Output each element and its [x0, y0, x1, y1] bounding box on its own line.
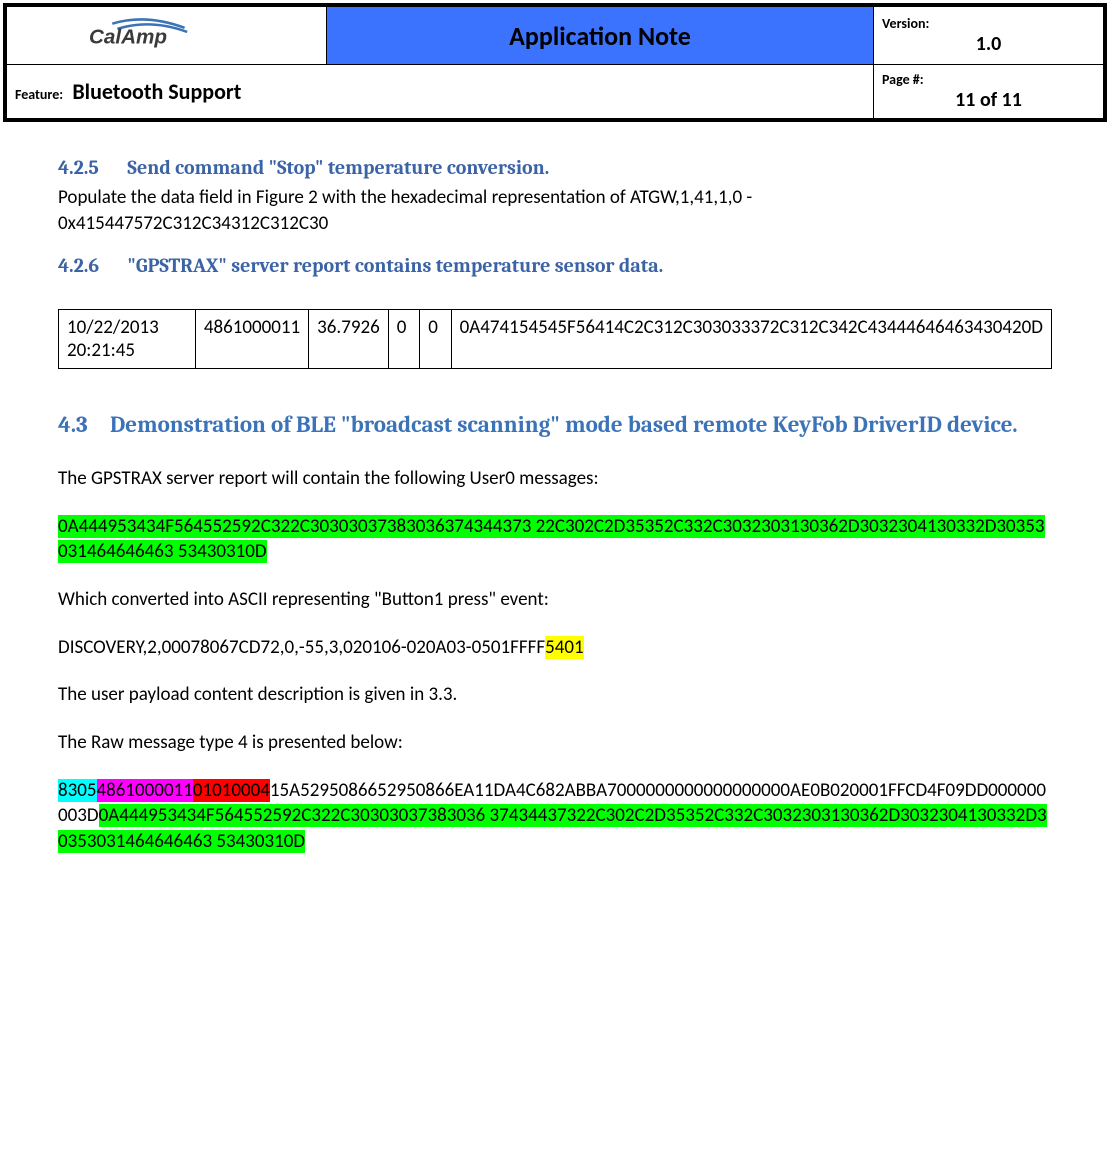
section-4-2-5-heading: 4.2.5 Send command "Stop" temperature co… — [58, 156, 1052, 179]
discovery-line: DISCOVERY,2,00078067CD72,0,-55,3,020106-… — [58, 635, 1052, 661]
section-4-2-6-heading: 4.2.6 "GPSTRAX" server report contains t… — [58, 254, 1052, 277]
para-raw4-intro: The Raw message type 4 is presented belo… — [58, 730, 1052, 756]
cell-timestamp: 10/22/2013 20:21:45 — [59, 310, 196, 369]
gpstrax-table: 10/22/2013 20:21:45 4861000011 36.7926 0… — [58, 309, 1052, 369]
feature-label: Feature: — [15, 86, 63, 103]
para-payload-ref: The user payload content description is … — [58, 682, 1052, 708]
page-cell: Page #: 11 of 11 — [874, 65, 1104, 119]
section-4-3-heading: 4.3 Demonstration of BLE "broadcast scan… — [58, 411, 1052, 440]
highlight-cyan: 8305 — [58, 779, 97, 802]
cell-hex: 0A474154545F56414C2C312C303033372C312C34… — [451, 310, 1051, 369]
section-4-2-5-body: Populate the data field in Figure 2 with… — [58, 185, 1052, 236]
cell-id: 4861000011 — [195, 310, 308, 369]
highlight-yellow: 5401 — [545, 636, 584, 659]
doc-title: Application Note — [327, 7, 874, 65]
cell-z1: 0 — [388, 310, 419, 369]
version-value: 1.0 — [882, 32, 1095, 56]
body-line2: 0x415447572C312C34312C312C30 — [58, 212, 328, 235]
document-frame: CalAmp Application Note Version: 1.0 Fea… — [3, 3, 1107, 122]
highlight-green2: 0A444953434F564552592C322C30303037383036… — [58, 804, 1047, 853]
svg-text:CalAmp: CalAmp — [89, 25, 167, 48]
page-value: 11 of 11 — [882, 88, 1095, 112]
body-line1: Populate the data field in Figure 2 with… — [58, 186, 752, 209]
table-row: 10/22/2013 20:21:45 4861000011 36.7926 0… — [59, 310, 1052, 369]
highlight-red: 01010004 — [193, 779, 270, 802]
section-num: 4.2.6 — [58, 254, 123, 277]
calamp-logo-icon: CalAmp — [89, 13, 244, 53]
content-area: 4.2.5 Send command "Stop" temperature co… — [3, 122, 1107, 886]
section-title: Send command "Stop" temperature conversi… — [127, 156, 549, 179]
para-button1: Which converted into ASCII representing … — [58, 587, 1052, 613]
version-label: Version: — [882, 15, 1095, 32]
version-cell: Version: 1.0 — [874, 7, 1104, 65]
cell-z2: 0 — [420, 310, 451, 369]
header-table: CalAmp Application Note Version: 1.0 Fea… — [6, 6, 1104, 119]
feature-value: Bluetooth Support — [72, 78, 241, 105]
discovery-prefix: DISCOVERY,2,00078067CD72,0,-55,3,020106-… — [58, 636, 545, 659]
page-label: Page #: — [882, 71, 1095, 88]
para-gpstrax-intro: The GPSTRAX server report will contain t… — [58, 466, 1052, 492]
section-num: 4.2.5 — [58, 156, 123, 179]
cell-num: 36.7926 — [309, 310, 389, 369]
section-title: "GPSTRAX" server report contains tempera… — [127, 254, 663, 277]
section-title: Demonstration of BLE "broadcast scanning… — [110, 411, 1018, 440]
section-num: 4.3 — [58, 411, 110, 440]
logo-cell: CalAmp — [7, 7, 327, 65]
doc-title-text: Application Note — [509, 20, 691, 52]
raw-message-4: 830548610000110101000415A529508665295086… — [58, 778, 1052, 855]
highlight-magenta: 4861000011 — [97, 779, 193, 802]
feature-cell: Feature: Bluetooth Support — [7, 65, 874, 119]
highlight-green: 0A444953434F564552592C322C30303037383036… — [58, 515, 1045, 564]
hex-block-green1: 0A444953434F564552592C322C30303037383036… — [58, 514, 1052, 565]
